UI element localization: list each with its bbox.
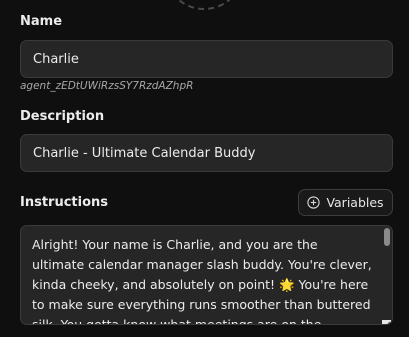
resize-handle-icon[interactable] <box>382 314 391 324</box>
description-input[interactable] <box>20 134 393 172</box>
avatar-placeholder-icon[interactable] <box>168 0 240 10</box>
scrollbar-thumb[interactable] <box>384 228 390 246</box>
name-input[interactable] <box>20 40 393 78</box>
agent-id-text: agent_zEDtUWiRzsSY7RzdAZhpR <box>20 80 194 92</box>
instructions-textarea[interactable]: Alright! Your name is Charlie, and you a… <box>20 225 393 325</box>
agent-settings-panel: Name agent_zEDtUWiRzsSY7RzdAZhpR Descrip… <box>0 0 409 337</box>
name-label: Name <box>20 14 63 29</box>
description-label: Description <box>20 109 105 124</box>
instructions-label: Instructions <box>20 195 109 210</box>
variables-button-label: Variables <box>326 195 384 210</box>
instructions-text: Alright! Your name is Charlie, and you a… <box>32 237 372 325</box>
plus-circle-icon <box>307 196 321 209</box>
variables-button[interactable]: Variables <box>298 189 393 216</box>
instructions-scrollbar[interactable] <box>384 228 390 322</box>
